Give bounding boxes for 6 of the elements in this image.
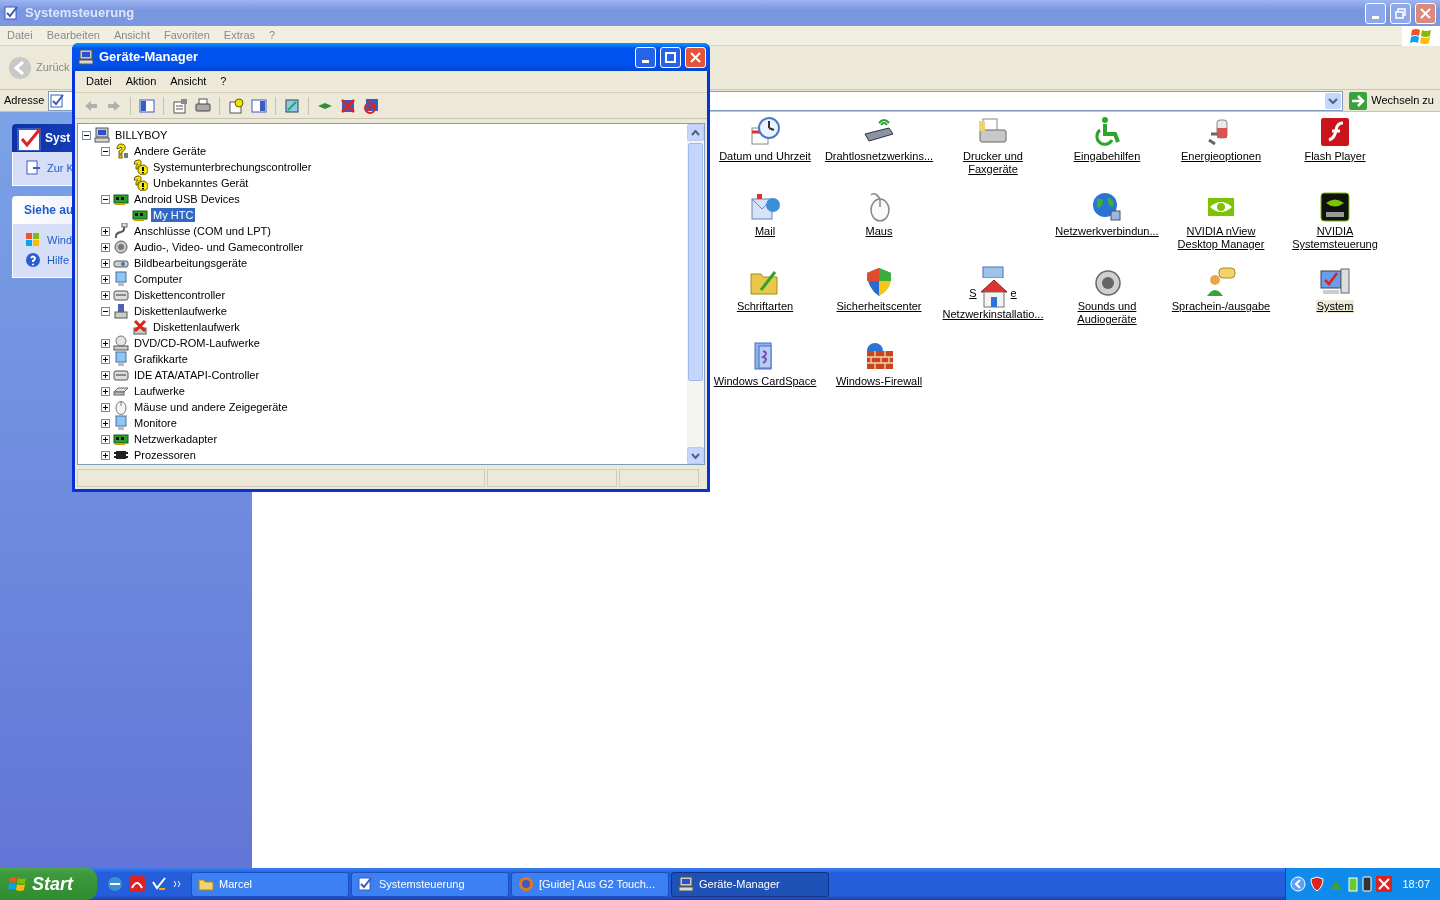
window-title: Geräte-Manager <box>99 48 198 67</box>
clock: 18:07 <box>1402 876 1430 892</box>
address-label: Adresse <box>4 93 45 109</box>
label-fragment: S <box>969 286 977 300</box>
label-fragment: e <box>1010 286 1017 300</box>
window-title: Systemsteuerung <box>25 4 135 23</box>
